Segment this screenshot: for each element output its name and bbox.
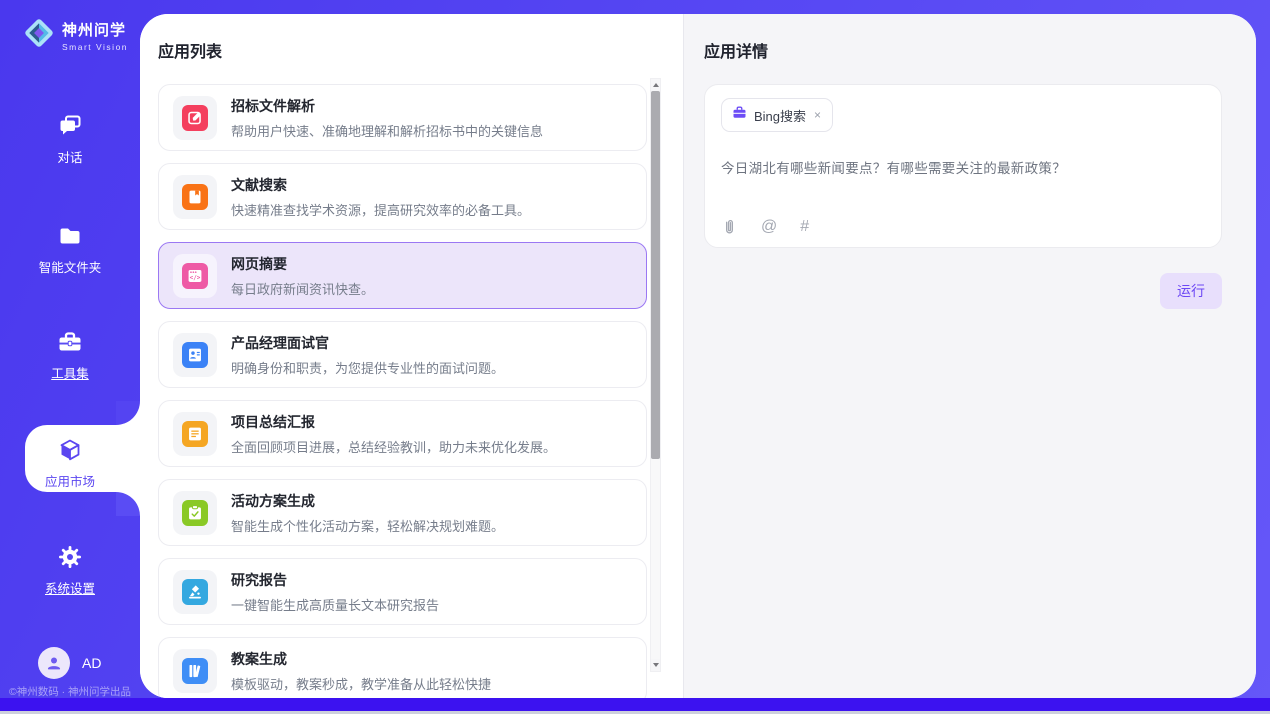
app-name: 项目总结汇报: [231, 412, 556, 432]
run-button[interactable]: 运行: [1160, 273, 1222, 309]
user-account[interactable]: AD: [38, 647, 101, 679]
app-name: 文献搜索: [231, 175, 530, 195]
query-text[interactable]: 今日湖北有哪些新闻要点？有哪些需要关注的最新政策？: [721, 157, 1205, 177]
app-list-panel: 应用列表 招标文件解析帮助用户快速、准确地理解和解析招标书中的关键信息文献搜索快…: [140, 14, 683, 698]
interview-icon: [182, 342, 208, 368]
app-icon-frame: [173, 491, 217, 535]
sidebar-item-label: 系统设置: [45, 578, 95, 597]
app-logo: 神州问学 Smart Vision: [22, 16, 128, 55]
app-icon-frame: [173, 96, 217, 140]
app-detail-panel: 应用详情 Bing搜索 × 今日湖北有哪些新闻要点？有哪些需要关注的最新政策？: [683, 14, 1256, 698]
briefcase-icon: [732, 105, 747, 125]
input-toolbar: @ #: [721, 218, 1205, 235]
svg-text:</>: </>: [190, 274, 201, 281]
app-list-title: 应用列表: [158, 38, 665, 62]
user-name: AD: [82, 655, 101, 671]
triangle-up-icon: [653, 83, 659, 87]
logo-subtitle: Smart Vision: [62, 42, 128, 52]
scroll-up-button[interactable]: [651, 79, 660, 91]
note-icon: [182, 421, 208, 447]
gear-icon: [56, 543, 84, 571]
app-list-item[interactable]: </> 网页摘要每日政府新闻资讯快查。: [158, 242, 647, 309]
sidebar-item-toolset[interactable]: 工具集: [0, 328, 140, 382]
run-row: 运行: [704, 273, 1222, 309]
tag-remove-icon[interactable]: ×: [813, 108, 822, 122]
query-input-card[interactable]: Bing搜索 × 今日湖北有哪些新闻要点？有哪些需要关注的最新政策？ @ #: [704, 84, 1222, 248]
attachment-icon[interactable]: [721, 218, 738, 235]
app-description: 明确身份和职责，为您提供专业性的面试问题。: [231, 358, 504, 377]
main-content: 应用列表 招标文件解析帮助用户快速、准确地理解和解析招标书中的关键信息文献搜索快…: [140, 14, 1256, 698]
triangle-down-icon: [653, 663, 659, 667]
app-name: 研究报告: [231, 570, 439, 590]
microscope-icon: [182, 579, 208, 605]
app-description: 智能生成个性化活动方案，轻松解决规划难题。: [231, 516, 504, 535]
bubble-corner-bottom: [116, 492, 140, 516]
copyright-footer: ©神州数码 · 神州问学出品: [0, 684, 140, 699]
toolbox-icon: [56, 328, 84, 356]
scrollbar[interactable]: [650, 78, 661, 672]
gem-logo-icon: [22, 16, 56, 55]
app-description: 一键智能生成高质量长文本研究报告: [231, 595, 439, 614]
app-description: 每日政府新闻资讯快查。: [231, 279, 374, 298]
app-list: 招标文件解析帮助用户快速、准确地理解和解析招标书中的关键信息文献搜索快速精准查找…: [158, 84, 647, 698]
edit-icon: [182, 105, 208, 131]
app-icon-frame: [173, 333, 217, 377]
sidebar-item-label: 工具集: [51, 363, 89, 382]
app-list-item[interactable]: 研究报告一键智能生成高质量长文本研究报告: [158, 558, 647, 625]
app-list-item[interactable]: 招标文件解析帮助用户快速、准确地理解和解析招标书中的关键信息: [158, 84, 647, 151]
bubble-corner-top: [116, 401, 140, 425]
app-list-item[interactable]: 教案生成模板驱动，教案秒成，教学准备从此轻松快捷: [158, 637, 647, 698]
sidebar-item-chat[interactable]: 对话: [0, 112, 140, 166]
app-description: 快速精准查找学术资源，提高研究效率的必备工具。: [231, 200, 530, 219]
app-description: 帮助用户快速、准确地理解和解析招标书中的关键信息: [231, 121, 543, 140]
app-icon-frame: [173, 175, 217, 219]
app-list-item[interactable]: 产品经理面试官明确身份和职责，为您提供专业性的面试问题。: [158, 321, 647, 388]
sidebar-item-label: 对话: [57, 147, 82, 166]
tool-tag-bing-search[interactable]: Bing搜索 ×: [721, 98, 833, 132]
book-icon: [182, 184, 208, 210]
hashtag-icon[interactable]: #: [800, 219, 809, 235]
sidebar-item-label: 应用市场: [45, 471, 95, 490]
bottom-accent-bar: [0, 698, 1270, 711]
tool-tag-label: Bing搜索: [754, 106, 806, 125]
scrollbar-track[interactable]: [651, 459, 660, 659]
clipboard-icon: [182, 500, 208, 526]
user-avatar-icon: [38, 647, 70, 679]
app-list-item[interactable]: 活动方案生成智能生成个性化活动方案，轻松解决规划难题。: [158, 479, 647, 546]
page: { "sidebar": { "logo": { "title": "神州问学"…: [0, 0, 1270, 714]
mention-icon[interactable]: @: [761, 219, 777, 235]
app-name: 招标文件解析: [231, 96, 543, 116]
browser-icon: </>: [182, 263, 208, 289]
scroll-down-button[interactable]: [651, 659, 660, 671]
app-name: 教案生成: [231, 649, 491, 669]
app-name: 网页摘要: [231, 254, 374, 274]
sidebar-item-settings[interactable]: 系统设置: [0, 543, 140, 597]
app-name: 产品经理面试官: [231, 333, 504, 353]
scrollbar-thumb[interactable]: [651, 91, 660, 459]
app-detail-title: 应用详情: [704, 38, 1222, 62]
app-icon-frame: [173, 570, 217, 614]
app-icon-frame: [173, 412, 217, 456]
logo-title: 神州问学: [62, 19, 128, 40]
app-icon-frame: </>: [173, 254, 217, 298]
sidebar-item-label: 智能文件夹: [39, 257, 102, 276]
folder-icon: [56, 222, 84, 250]
sidebar-item-app-market[interactable]: 应用市场: [0, 436, 140, 490]
sidebar-item-smart-folders[interactable]: 智能文件夹: [0, 222, 140, 276]
app-description: 全面回顾项目进展，总结经验教训，助力未来优化发展。: [231, 437, 556, 456]
chat-icon: [56, 112, 84, 140]
app-description: 模板驱动，教案秒成，教学准备从此轻松快捷: [231, 674, 491, 693]
cube-icon: [56, 436, 84, 464]
books-icon: [182, 658, 208, 684]
app-list-item[interactable]: 项目总结汇报全面回顾项目进展，总结经验教训，助力未来优化发展。: [158, 400, 647, 467]
app-list-item[interactable]: 文献搜索快速精准查找学术资源，提高研究效率的必备工具。: [158, 163, 647, 230]
sidebar: 神州问学 Smart Vision 对话智能文件夹工具集应用市场系统设置 AD …: [0, 0, 140, 698]
app-name: 活动方案生成: [231, 491, 504, 511]
app-icon-frame: [173, 649, 217, 693]
